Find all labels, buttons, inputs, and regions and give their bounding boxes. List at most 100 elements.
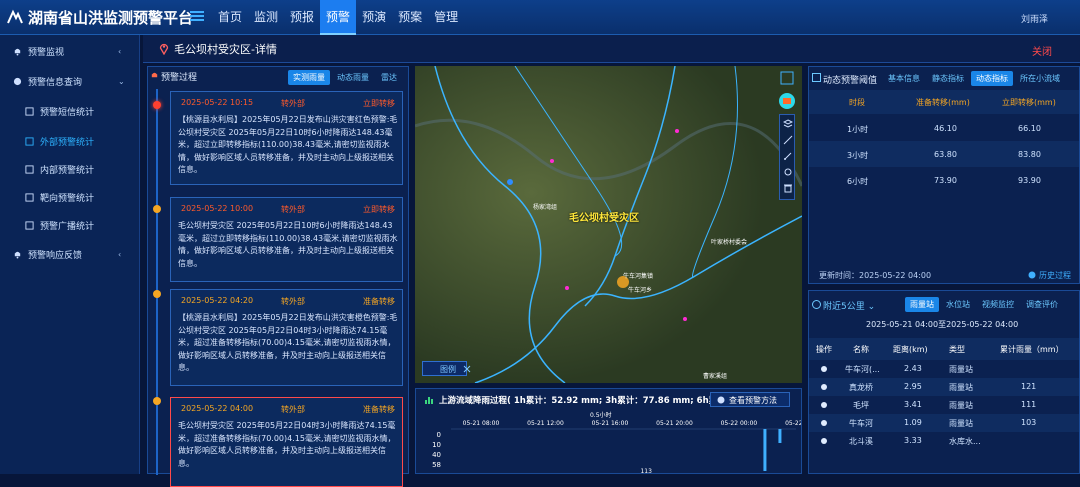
table-row: 1小时 46.10 66.10 <box>809 115 1079 141</box>
sidebar-item-label: 外部预警统计 <box>40 137 95 148</box>
layer-switch-icon[interactable] <box>778 92 796 110</box>
chevron-down-icon: ⌄ <box>118 76 125 86</box>
locate-icon[interactable] <box>820 383 828 391</box>
sidebar-item-external-stats[interactable]: 外部预警统计 <box>0 127 140 155</box>
timeline-dot <box>153 397 161 405</box>
tab-radar[interactable]: 雷达 <box>376 70 402 85</box>
card-type: 立即转移 <box>363 205 395 214</box>
nav-manage[interactable]: 管理 <box>428 0 464 35</box>
view-method-button[interactable]: 查看预警方法 <box>710 392 790 407</box>
locate-icon[interactable] <box>783 167 793 177</box>
tab-video[interactable]: 视频监控 <box>977 297 1019 312</box>
legend-button[interactable]: 图例 <box>422 361 471 376</box>
table-cell: 2.43 <box>904 364 922 373</box>
warning-card[interactable]: 2025-05-22 04:20 转外部 准备转移 【桃源县水利局】2025年0… <box>170 289 403 386</box>
process-title: 预警过程 <box>161 73 198 83</box>
tab-static-index[interactable]: 静态指标 <box>927 71 969 86</box>
locate-icon[interactable] <box>820 437 828 445</box>
nav-warning[interactable]: 预警 <box>320 0 357 35</box>
trash-icon[interactable] <box>783 183 793 193</box>
tab-survey[interactable]: 调查评价 <box>1021 297 1063 312</box>
card-dept: 转外部 <box>281 297 305 306</box>
card-date: 2025-05-22 10:15 <box>181 98 254 107</box>
locate-icon[interactable] <box>820 365 828 373</box>
table-cell: 雨量站 <box>949 365 973 374</box>
map-place: 叶家桥村委会 <box>711 239 748 246</box>
bell-icon <box>14 251 21 259</box>
tab-dynamic-index[interactable]: 动态指标 <box>971 71 1013 86</box>
threshold-title: 动态预警阈值 <box>823 76 878 86</box>
threshold-panel: 动态预警阈值 基本信息 静态指标 动态指标 所在小流域 时段 准备转移(mm) … <box>808 66 1080 284</box>
locate-icon[interactable] <box>820 419 828 427</box>
column-header: 名称 <box>853 345 869 354</box>
card-date: 2025-05-22 10:00 <box>181 204 254 213</box>
tab-watershed[interactable]: 所在小流域 <box>1015 71 1065 86</box>
user-name[interactable]: 刘雨泽 <box>1021 12 1048 25</box>
card-text: 【桃源县水利局】2025年05月22日发布山洪灾害红色预警:毛公坝村受灾区 20… <box>178 115 398 174</box>
table-cell: 牛车河 <box>849 419 873 428</box>
table-row[interactable]: 牛车河(... 2.43 雨量站 <box>809 360 1079 378</box>
table-cell: 66.10 <box>1018 124 1041 133</box>
expand-icon <box>463 365 471 373</box>
column-header: 准备转移(mm) <box>916 98 970 107</box>
logo-icon <box>7 9 23 24</box>
table-cell: 雨量站 <box>949 383 973 392</box>
nearby-title[interactable]: 附近5公里 ⌄ <box>823 299 875 312</box>
nav-monitor[interactable]: 监测 <box>248 0 284 35</box>
sidebar-item-sms-stats[interactable]: 预警短信统计 <box>0 97 140 125</box>
table-row[interactable]: 真龙桥 2.95 雨量站 121 <box>809 378 1079 396</box>
y-tick-label: 0 <box>437 431 441 439</box>
table-cell: 毛坪 <box>853 401 869 410</box>
upstream-rain-panel: 上游流域降雨过程( 1h累计：52.92 mm; 3h累计：77.86 mm; … <box>415 388 802 474</box>
table-row[interactable]: 牛车河 1.09 雨量站 103 <box>809 414 1079 432</box>
sidebar-item-broadcast-stats[interactable]: 预警广播统计 <box>0 211 140 239</box>
table-header: 操作 名称 距离(km) 类型 累计雨量（mm） <box>809 338 1079 360</box>
card-header: 2025-05-22 10:15 转外部 立即转移 <box>181 98 395 109</box>
table-row[interactable]: 北斗溪 3.33 水库水... <box>809 432 1079 450</box>
process-tabs: 实测雨量 动态雨量 雷达 <box>286 70 402 85</box>
detail-header: 毛公坝村受灾区-详情 关闭 <box>143 35 1080 63</box>
satellite-map[interactable]: 毛公坝村受灾区 杨家湾组 叶家桥村委会 牛车河集镇 牛车河乡 曹家溪组 <box>415 66 802 383</box>
table-cell: 83.80 <box>1018 150 1041 159</box>
locate-icon[interactable] <box>820 401 828 409</box>
nav-home[interactable]: 首页 <box>212 0 248 35</box>
warning-card[interactable]: 2025-05-22 10:00 转外部 立即转移 毛公坝村受灾区 2025年0… <box>170 197 403 282</box>
tab-measured-rain[interactable]: 实测雨量 <box>288 70 330 85</box>
sidebar-item-warning-query[interactable]: 预警信息查询 ⌄ <box>0 67 140 95</box>
nav-rehearsal[interactable]: 预演 <box>356 0 392 35</box>
warning-process-panel: 预警过程 实测雨量 动态雨量 雷达 2025-05-22 10:15 转外部 立… <box>147 66 409 487</box>
nav-plan[interactable]: 预案 <box>392 0 428 35</box>
sidebar-item-warning-monitor[interactable]: 预警监视 ‹ <box>0 37 140 65</box>
nearby-panel: 附近5公里 ⌄ 雨量站 水位站 视频监控 调查评价 2025-05-21 04:… <box>808 290 1080 474</box>
sidebar-item-label: 预警广播统计 <box>40 221 95 232</box>
sidebar-item-label: 预警短信统计 <box>40 107 95 118</box>
bell-icon <box>14 48 21 56</box>
ruler-icon[interactable] <box>783 135 793 145</box>
tab-water-station[interactable]: 水位站 <box>941 297 975 312</box>
sidebar-item-response-feedback[interactable]: 预警响应反馈 ‹ <box>0 240 140 268</box>
draw-icon[interactable] <box>783 151 793 161</box>
timeline-line <box>156 89 158 475</box>
threshold-tabs: 基本信息 静态指标 动态指标 所在小流域 <box>881 71 1065 86</box>
rain-sum-3h: 3h累计：77.86 mm; <box>605 396 694 406</box>
location-pin-icon <box>159 43 169 55</box>
sidebar-item-internal-stats[interactable]: 内部预警统计 <box>0 155 140 183</box>
warning-card[interactable]: 2025-05-22 10:15 转外部 立即转移 【桃源县水利局】2025年0… <box>170 91 403 185</box>
nav-forecast[interactable]: 预报 <box>284 0 320 35</box>
sidebar-item-label: 预警信息查询 <box>28 77 83 88</box>
x-tick-label: 05-21 20:00 <box>656 420 693 427</box>
sidebar-item-label: 内部预警统计 <box>40 165 95 176</box>
history-link[interactable]: 历史过程 <box>1028 270 1071 281</box>
table-cell: 1.09 <box>904 418 922 427</box>
sidebar-item-targeted-stats[interactable]: 靶向预警统计 <box>0 183 140 211</box>
app-title: 湖南省山洪监测预警平台 <box>28 9 194 27</box>
tab-basic-info[interactable]: 基本信息 <box>883 71 925 86</box>
layers-icon[interactable] <box>783 119 793 129</box>
table-row[interactable]: 毛坪 3.41 雨量站 111 <box>809 396 1079 414</box>
close-button[interactable]: 关闭 <box>1032 43 1052 58</box>
tab-dynamic-rain[interactable]: 动态雨量 <box>332 70 374 85</box>
tab-rain-station[interactable]: 雨量站 <box>905 297 939 312</box>
fullscreen-icon[interactable] <box>779 70 795 86</box>
menu-icon[interactable] <box>190 9 204 23</box>
table-cell: 雨量站 <box>949 419 973 428</box>
